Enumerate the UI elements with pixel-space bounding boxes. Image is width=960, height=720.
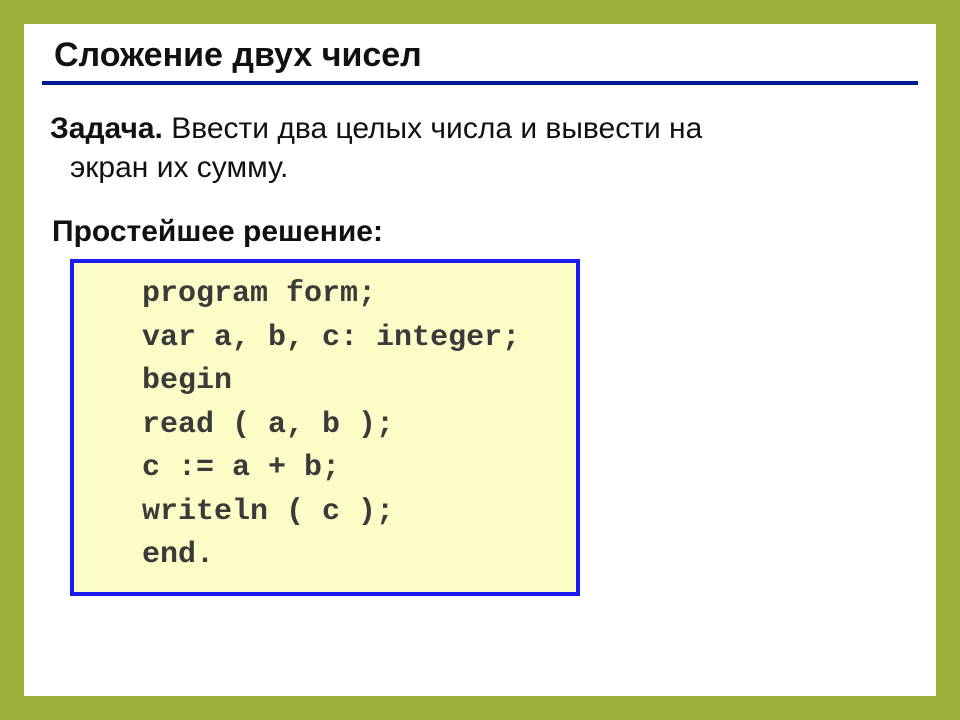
task-paragraph: Задача. Ввести два целых числа и вывести… <box>50 109 910 187</box>
task-label: Задача. <box>50 112 163 145</box>
slide-title: Сложение двух чисел <box>54 36 918 75</box>
slide-frame: Сложение двух чисел Задача. Ввести два ц… <box>0 0 960 720</box>
task-text-line2: экран их сумму. <box>70 148 910 187</box>
title-underline <box>42 81 918 85</box>
code-listing: program form; var a, b, c: integer; begi… <box>88 273 564 578</box>
solution-heading: Простейшее решение: <box>52 215 918 249</box>
task-text-line1: Ввести два целых числа и вывести на <box>163 112 702 145</box>
code-block: program form; var a, b, c: integer; begi… <box>70 259 580 596</box>
